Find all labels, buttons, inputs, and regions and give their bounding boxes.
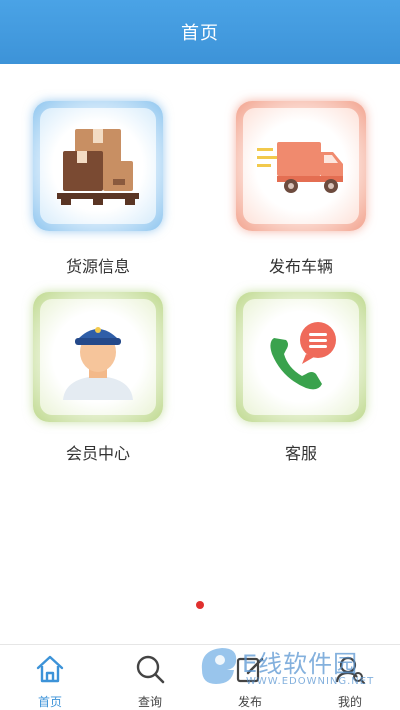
customer-service-tile[interactable]	[236, 292, 366, 422]
truck-icon	[257, 142, 343, 193]
tab-home[interactable]: 首页	[0, 645, 100, 710]
profile-icon	[335, 656, 365, 684]
tile-label-service: 客服	[284, 444, 317, 463]
publish-vehicle-tile[interactable]	[236, 101, 366, 231]
bottom-tab-bar: 首页 查询 发布 我的	[0, 644, 400, 710]
publish-icon	[236, 657, 264, 683]
tab-search-label: 查询	[137, 695, 162, 709]
app-header: 首页	[0, 0, 400, 64]
tile-label-vehicle: 发布车辆	[268, 257, 333, 276]
tab-publish[interactable]: 发布	[200, 645, 300, 710]
page-title: 首页	[181, 23, 219, 44]
cargo-boxes-icon	[57, 129, 139, 205]
tab-publish-label: 发布	[237, 695, 262, 709]
tile-label-member: 会员中心	[65, 444, 130, 463]
phone-chat-icon	[270, 322, 336, 390]
member-avatar-icon	[63, 327, 133, 400]
cargo-info-tile[interactable]	[33, 101, 163, 231]
member-center-tile[interactable]	[33, 292, 163, 422]
tile-label-cargo: 货源信息	[65, 257, 130, 276]
tab-home-label: 首页	[37, 695, 62, 709]
page-indicator-dot	[196, 601, 204, 609]
tab-profile[interactable]: 我的	[300, 645, 400, 710]
home-icon	[36, 655, 64, 683]
tab-profile-label: 我的	[337, 695, 362, 709]
search-icon	[136, 655, 165, 684]
tab-search[interactable]: 查询	[100, 645, 200, 710]
